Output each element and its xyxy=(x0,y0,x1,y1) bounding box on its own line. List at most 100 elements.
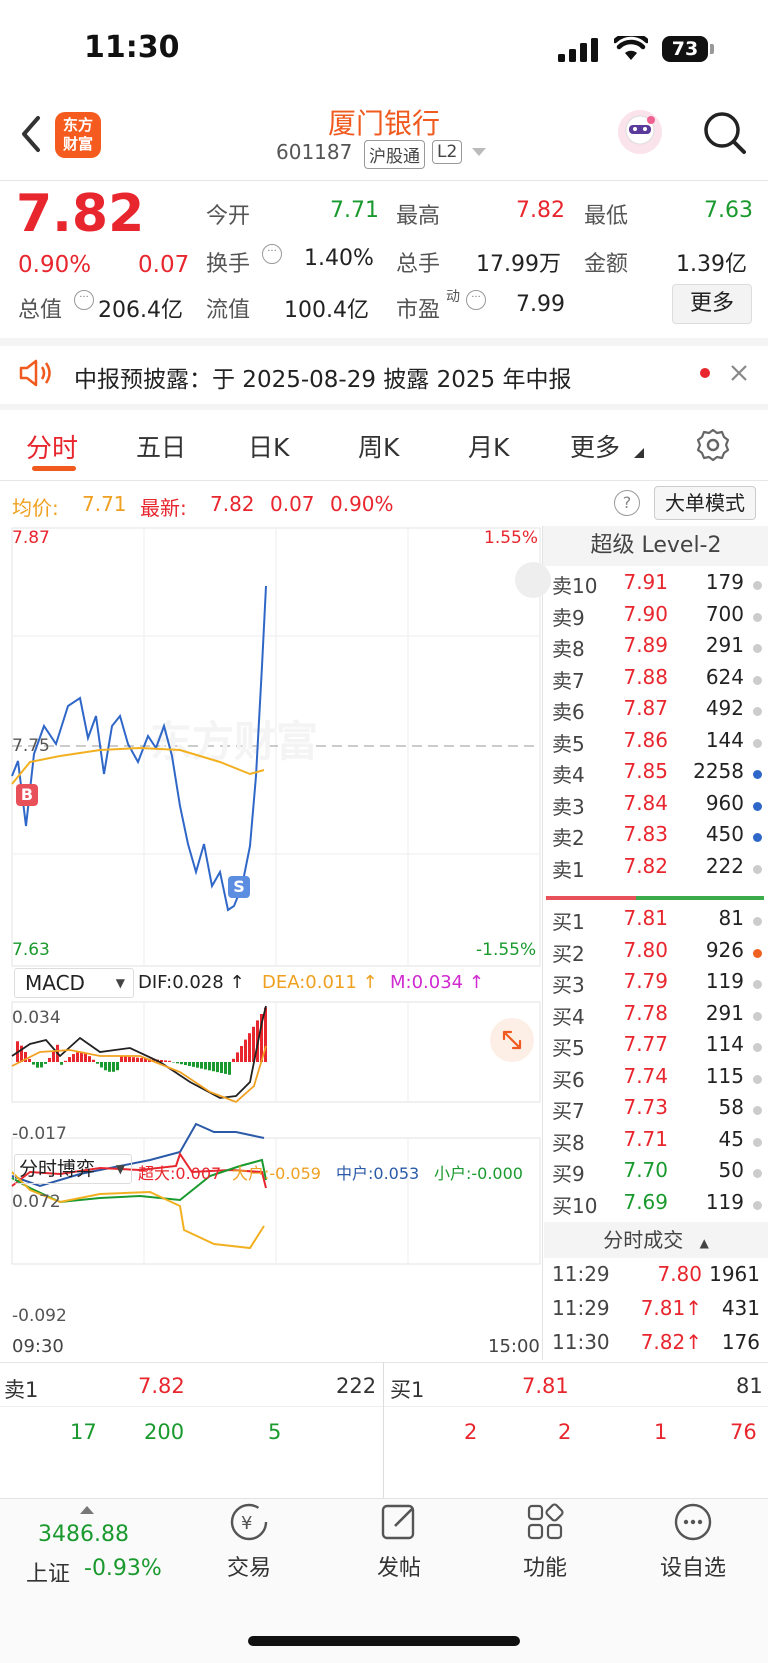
speaker-icon xyxy=(19,359,51,387)
tick-volume: 1961 xyxy=(709,1262,760,1286)
ask-dot xyxy=(753,738,762,748)
nav-trade[interactable]: ¥ 交易 xyxy=(174,1500,324,1582)
pe-value: 7.99 xyxy=(516,292,565,317)
settings-gear-icon[interactable] xyxy=(696,428,730,462)
ask-row[interactable]: 卖2 7.83 450 xyxy=(544,822,768,853)
search-icon[interactable] xyxy=(702,110,748,156)
last-price: 7.82 xyxy=(16,184,145,244)
game-small: 小户:-0.000 xyxy=(434,1164,523,1183)
ask-row[interactable]: 卖4 7.85 2258 xyxy=(544,759,768,790)
ask-row[interactable]: 卖8 7.89 291 xyxy=(544,633,768,664)
more-button[interactable]: 更多 xyxy=(672,284,752,324)
bid-volume: 114 xyxy=(705,1032,744,1056)
ask-row[interactable]: 卖3 7.84 960 xyxy=(544,791,768,822)
bid-row[interactable]: 买9 7.70 50 xyxy=(544,1158,768,1189)
bid-row[interactable]: 买7 7.73 58 xyxy=(544,1095,768,1126)
tab-more[interactable]: 更多 xyxy=(570,428,620,464)
tab-weekly[interactable]: 周K xyxy=(358,428,399,464)
more-info-icon[interactable]: ··· xyxy=(262,244,282,264)
ask-label: 卖5 xyxy=(552,731,585,756)
ask-price: 7.90 xyxy=(623,601,668,626)
open-label: 今开 xyxy=(206,204,251,229)
macd-bar xyxy=(168,1060,171,1062)
macd-bar xyxy=(204,1062,207,1070)
macd-bar xyxy=(80,1052,83,1062)
tab-monthly[interactable]: 月K xyxy=(468,428,509,464)
ask-row[interactable]: 卖9 7.90 700 xyxy=(544,602,768,633)
bid-row[interactable]: 买5 7.77 114 xyxy=(544,1032,768,1063)
macd-bar xyxy=(60,1062,63,1065)
queue-buy-price: 7.81 xyxy=(522,1374,569,1398)
tab-5day[interactable]: 五日 xyxy=(136,428,186,464)
game-name: 分时博弈 xyxy=(19,1158,96,1180)
mcap-label: 总值 xyxy=(18,298,63,323)
pct-min-label: -1.55% xyxy=(476,940,537,960)
bid-row[interactable]: 买2 7.80 926 xyxy=(544,938,768,969)
bid-row[interactable]: 买8 7.71 45 xyxy=(544,1127,768,1158)
macd-bar xyxy=(76,1052,79,1062)
macd-bar xyxy=(188,1062,191,1066)
ticks-header[interactable]: 分时成交 ▲ xyxy=(544,1222,768,1258)
index-value: 3486.88 xyxy=(38,1522,129,1547)
robot-avatar-icon[interactable] xyxy=(616,108,664,156)
ask-row[interactable]: 卖10 7.91 179 xyxy=(544,570,768,601)
macd-bar xyxy=(36,1062,39,1068)
game-selector[interactable]: 分时博弈 ▼ xyxy=(14,1154,132,1184)
low-label: 最低 xyxy=(584,204,629,229)
pct-change: 0.90% xyxy=(18,252,92,278)
bid-row[interactable]: 买4 7.78 291 xyxy=(544,1001,768,1032)
macd-bar xyxy=(28,1058,31,1062)
macd-bar xyxy=(52,1050,55,1062)
big-order-mode-button[interactable]: 大单模式 xyxy=(654,486,756,520)
tab-intraday[interactable]: 分时 xyxy=(26,428,78,465)
bid-row[interactable]: 买6 7.74 115 xyxy=(544,1064,768,1095)
intraday-chart: 东方财富 xyxy=(11,527,541,1265)
bid-volume: 81 xyxy=(718,906,744,930)
bid-label: 买3 xyxy=(552,973,585,997)
tick-price: 7.81↑ xyxy=(640,1296,702,1320)
nav-watchlist[interactable]: 设自选 xyxy=(618,1500,768,1582)
pe-info-icon[interactable]: ··· xyxy=(466,290,486,310)
status-time: 11:30 xyxy=(84,30,180,65)
ask-row[interactable]: 卖5 7.86 144 xyxy=(544,728,768,759)
tick-price: 7.82↑ xyxy=(640,1330,702,1354)
bid-volume: 45 xyxy=(718,1126,744,1151)
tab-daily[interactable]: 日K xyxy=(248,428,289,464)
bid-volume: 50 xyxy=(718,1158,744,1182)
bid-row[interactable]: 买10 7.69 119 xyxy=(544,1190,768,1221)
sell-marker[interactable]: S xyxy=(228,876,250,898)
nav-trade-label: 交易 xyxy=(226,1556,271,1581)
ask-row[interactable]: 卖6 7.87 492 xyxy=(544,696,768,727)
ask-row[interactable]: 卖1 7.82 222 xyxy=(544,854,768,885)
queue-sell-vol: 222 xyxy=(336,1374,377,1398)
ask-price: 7.85 xyxy=(623,759,668,783)
macd-selector[interactable]: MACD ▼ xyxy=(14,968,134,998)
bid-dot xyxy=(753,1106,762,1115)
ticks-caret-icon: ▲ xyxy=(699,1236,709,1250)
macd-bar xyxy=(136,1057,139,1062)
bid-row[interactable]: 买1 7.81 81 xyxy=(544,906,768,937)
bid-row[interactable]: 买3 7.79 119 xyxy=(544,969,768,1000)
nav-post[interactable]: 发帖 xyxy=(324,1500,474,1582)
close-icon[interactable] xyxy=(730,364,748,382)
ask-volume: 179 xyxy=(705,570,744,594)
mcap-info-icon[interactable]: ··· xyxy=(74,290,94,310)
nav-function[interactable]: 功能 xyxy=(470,1500,620,1582)
macd-bar xyxy=(228,1062,231,1075)
tab-more-caret-icon xyxy=(634,448,644,458)
macd-bar xyxy=(72,1054,75,1062)
ask-row[interactable]: 卖7 7.88 624 xyxy=(544,665,768,696)
bid-price: 7.73 xyxy=(623,1095,668,1119)
latest-change: 0.07 xyxy=(270,492,315,516)
expand-icon[interactable] xyxy=(490,1018,534,1062)
macd-bar xyxy=(196,1062,199,1068)
bid-label: 买8 xyxy=(552,1130,585,1155)
game-panel xyxy=(11,1122,541,1265)
ask-label: 卖3 xyxy=(552,794,585,819)
bid-label: 买2 xyxy=(552,941,585,966)
dropdown-icon[interactable] xyxy=(472,148,486,158)
nav-post-label: 发帖 xyxy=(376,1556,421,1581)
buy-marker[interactable]: B xyxy=(16,784,38,806)
tick-time: 11:29 xyxy=(552,1296,610,1320)
help-icon[interactable]: ? xyxy=(614,490,640,516)
